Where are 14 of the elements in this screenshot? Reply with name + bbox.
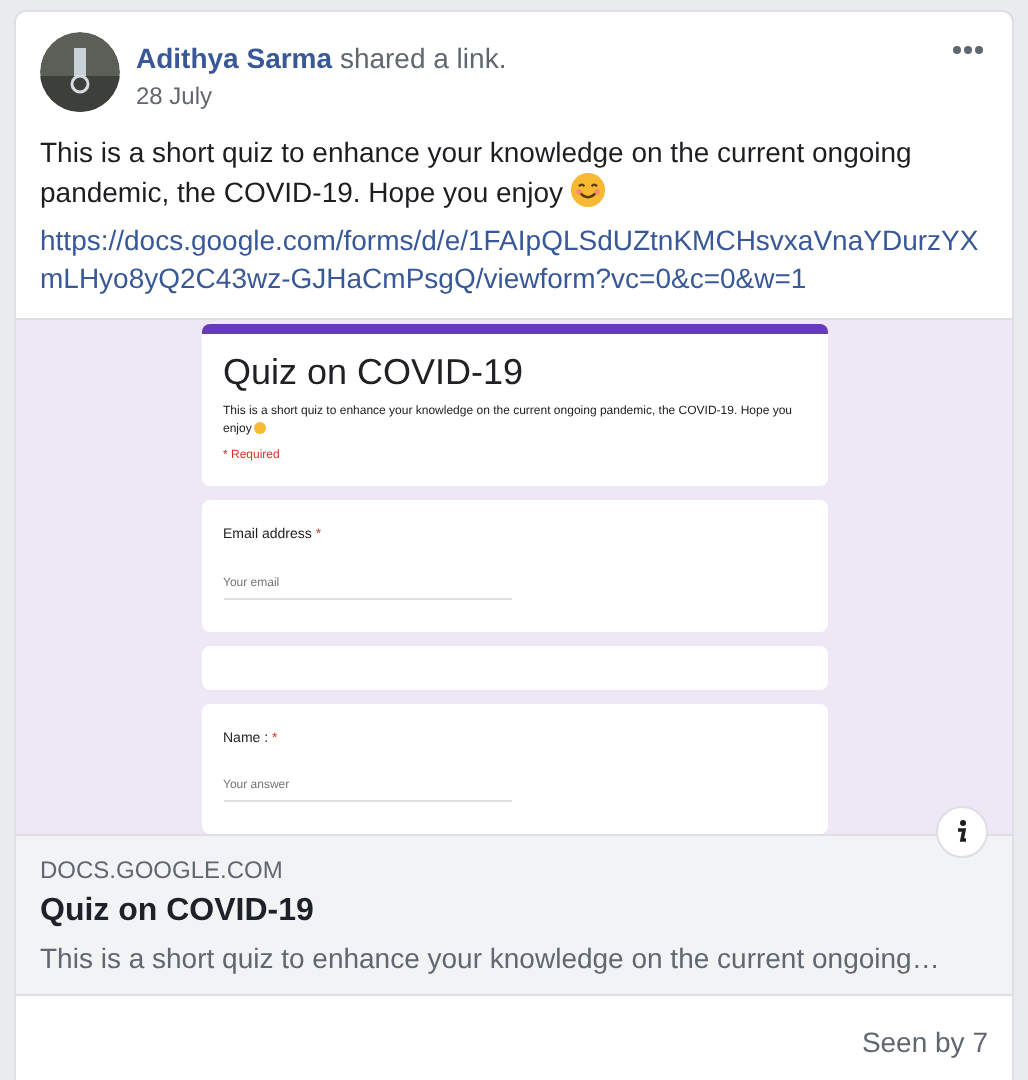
- seen-count[interactable]: Seen by 7: [861, 1022, 988, 1064]
- post-date[interactable]: 28 July: [136, 78, 952, 114]
- post-action: shared a link.: [339, 42, 507, 74]
- form-title: Quiz on COVID-19: [223, 350, 526, 394]
- link-card-footer[interactable]: DOCS.GOOGLE.COM Quiz on COVID-19 This is a short quiz to enhance your knowledge on the current ongoing…: [16, 834, 1012, 996]
- link-description: This is a short quiz to enhance your knowledge on the current ongoing…: [40, 940, 942, 976]
- info-icon: [956, 820, 968, 844]
- post-link[interactable]: https://docs.google.com/forms/d/e/1FAIpQLSdUZtnKMCHsvxaVnaYDurzYXmLHyo8yQ2C43wz-GJHaCmPsgQ/viewform?vc=0&c=0&w=1: [40, 222, 988, 298]
- more-options-icon[interactable]: [952, 44, 984, 56]
- avatar[interactable]: [40, 32, 120, 112]
- link-title: Quiz on COVID-19: [40, 892, 316, 932]
- post-text: This is a short quiz to enhance your knowledge on the current ongoing pandemic, the COVID-19. Hope you enjoy: [40, 134, 914, 212]
- link-domain: DOCS.GOOGLE.COM: [40, 854, 285, 886]
- author-name[interactable]: Adithya Sarma: [136, 42, 333, 74]
